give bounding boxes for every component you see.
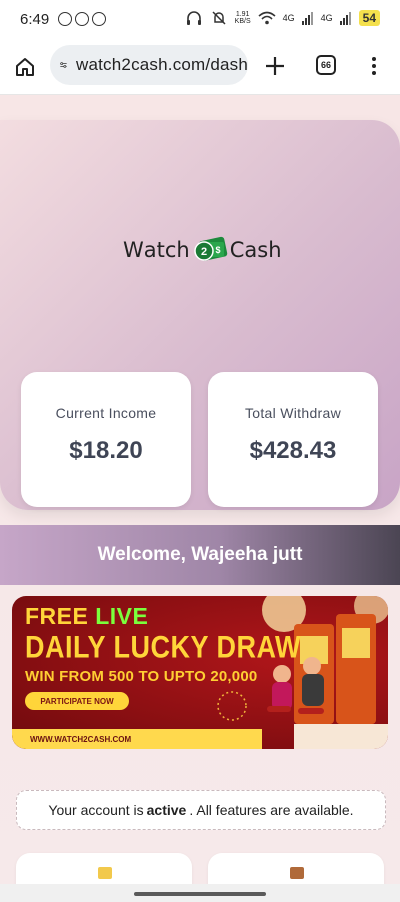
dot-icon	[372, 57, 376, 61]
account-status-prefix: Your account is	[48, 802, 144, 818]
total-withdraw-label: Total Withdraw	[244, 405, 341, 421]
dashboard-page: W atch 2 $ Cash Current Income $18.20 To…	[0, 95, 400, 902]
current-income-value: $18.20	[69, 437, 143, 464]
logo-text-cash: Cash	[229, 238, 282, 262]
banner-headline: DAILY LUCKY DRAW	[25, 630, 302, 665]
browser-toolbar: watch2cash.com/dash 66	[0, 42, 400, 95]
network-type-2: 4G	[320, 13, 333, 23]
headphones-icon	[186, 11, 201, 25]
status-bar: 6:49 1.91 KB/S 4G 4G 54	[0, 0, 400, 42]
site-settings-icon[interactable]	[59, 55, 68, 75]
tab-switcher-button[interactable]: 66	[316, 55, 336, 75]
new-tab-button[interactable]	[262, 53, 288, 79]
briefcase-icon	[290, 867, 304, 879]
cash-badge-icon: 2 $	[193, 236, 227, 261]
url-text[interactable]: watch2cash.com/dash	[76, 55, 248, 75]
dot-icon	[372, 71, 376, 75]
signal-icon-2	[339, 12, 351, 25]
whatsapp-business-icon	[75, 12, 89, 26]
banner-live: LIVE	[95, 603, 149, 629]
speed-value: 1.91	[235, 11, 250, 18]
welcome-text: Welcome, Wajeeha jutt	[97, 544, 303, 565]
network-type-1: 4G	[282, 13, 295, 23]
dot-icon	[372, 64, 376, 68]
battery-level: 54	[358, 10, 380, 26]
tab-count: 66	[320, 60, 331, 70]
logo-text-w: W	[123, 238, 144, 262]
hero-panel: W atch 2 $ Cash Current Income $18.20 To…	[0, 120, 400, 510]
welcome-banner: Welcome, Wajeeha jutt	[0, 525, 400, 585]
home-button[interactable]	[12, 54, 38, 80]
dollar-glyph: $	[215, 245, 220, 255]
banner-footer-url: WWW.WATCH2CASH.COM	[12, 729, 262, 749]
more-menu-button[interactable]	[366, 53, 382, 79]
current-income-label: Current Income	[55, 405, 157, 421]
account-status-suffix: . All features are available.	[189, 802, 354, 818]
wifi-icon	[258, 11, 276, 25]
address-bar[interactable]: watch2cash.com/dash	[50, 45, 248, 85]
status-time: 6:49	[20, 11, 50, 28]
network-speed: 1.91 KB/S	[235, 11, 251, 25]
credit-card-icon	[98, 867, 112, 879]
total-withdraw-value: $428.43	[249, 437, 337, 464]
banner-subhead: WIN FROM 500 TO UPTO 20,000	[25, 668, 258, 685]
logo-text-atch: atch	[143, 238, 190, 262]
banner-free-live: FREE LIVE	[25, 603, 148, 630]
logo-badge-number: 2	[201, 246, 207, 258]
current-income-card: Current Income $18.20	[21, 372, 191, 507]
home-icon	[16, 58, 34, 76]
total-withdraw-card: Total Withdraw $428.43	[208, 372, 378, 507]
gesture-handle[interactable]	[134, 892, 266, 896]
banner-free: FREE	[25, 603, 89, 629]
mute-bell-icon	[212, 11, 226, 25]
play-icon	[92, 12, 106, 26]
watch2cash-logo: W atch 2 $ Cash	[123, 228, 283, 272]
signal-icon-1	[301, 12, 313, 25]
participate-now-button[interactable]: PARTICIPATE NOW	[25, 692, 129, 710]
notification-icons	[58, 12, 106, 26]
system-icons: 1.91 KB/S 4G 4G 54	[185, 10, 380, 26]
speed-unit: KB/S	[234, 18, 251, 25]
lucky-draw-banner[interactable]: FREE LIVE DAILY LUCKY DRAW WIN FROM 500 …	[12, 596, 388, 749]
account-status-state: active	[146, 802, 187, 818]
whatsapp-icon	[58, 12, 72, 26]
account-status-notice: Your account is active. All features are…	[16, 790, 386, 830]
